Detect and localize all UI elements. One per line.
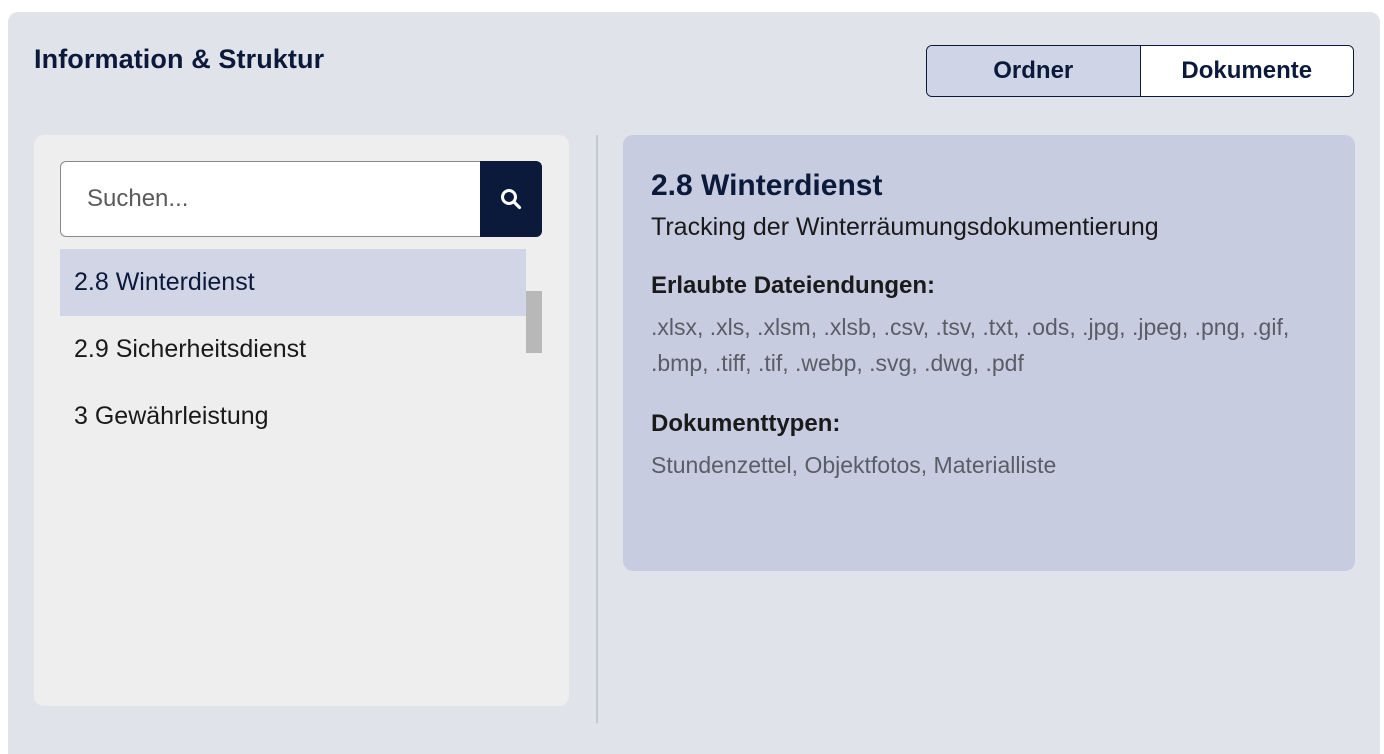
toggle-dokumente-button[interactable]: Dokumente [1139, 46, 1353, 96]
doctypes-list: Stundenzettel, Objektfotos, Materiallist… [651, 452, 1057, 478]
panel-title: Information & Struktur [34, 44, 325, 74]
folder-tree-card: 2.8 Winterdienst 2.9 Sicherheitsdienst 3… [34, 135, 569, 706]
info-structure-panel: Information & Struktur Ordner Dokumente … [8, 12, 1380, 754]
doctypes-heading: Dokumenttypen: [651, 410, 841, 437]
folder-item-sicherheitsdienst[interactable]: 2.9 Sicherheitsdienst [60, 316, 526, 383]
list-scrollbar[interactable] [526, 291, 542, 353]
search-icon [501, 189, 522, 210]
extensions-list: .xlsx, .xls, .xlsm, .xlsb, .csv, .tsv, .… [651, 314, 1290, 376]
folder-item-gewaehrleistung[interactable]: 3 Gewährleistung [60, 383, 526, 450]
extensions-heading: Erlaubte Dateiendungen: [651, 272, 936, 299]
search-bar [60, 161, 542, 237]
search-button[interactable] [480, 161, 542, 237]
toggle-ordner-button[interactable]: Ordner [927, 46, 1140, 96]
folder-list: 2.8 Winterdienst 2.9 Sicherheitsdienst 3… [60, 249, 526, 450]
folder-item-winterdienst[interactable]: 2.8 Winterdienst [60, 249, 526, 316]
folder-detail-card: 2.8 Winterdienst Tracking der Winterräum… [623, 135, 1355, 571]
detail-title: 2.8 Winterdienst [651, 169, 883, 202]
view-toggle: Ordner Dokumente [926, 45, 1354, 97]
search-input[interactable] [60, 161, 480, 237]
detail-description: Tracking der Winterräumungsdokumentierun… [651, 213, 1159, 241]
vertical-divider [596, 135, 598, 723]
